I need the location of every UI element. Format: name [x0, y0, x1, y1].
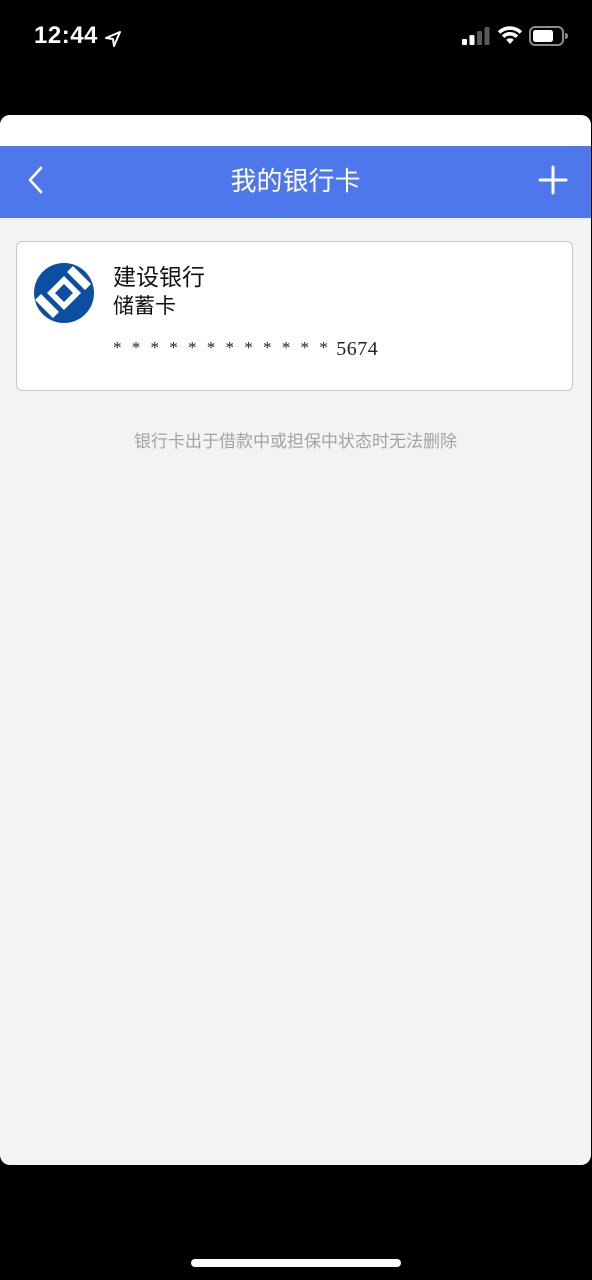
card-number-last-four: 5674 [336, 338, 379, 360]
status-time-text: 12:44 [34, 22, 98, 49]
cellular-signal-icon [462, 27, 490, 45]
app-sheet: 我的银行卡 建设银行 储蓄卡 * * * * * * * * * * * * 5… [0, 115, 591, 1165]
wifi-icon [497, 25, 523, 45]
location-arrow-icon [104, 27, 122, 47]
card-number: * * * * * * * * * * * * 5674 [113, 338, 378, 361]
plus-icon [538, 165, 568, 199]
phone-screen: 12:44 我的银行卡 建设银行 储蓄卡 * * * * * * * * * *… [0, 0, 592, 1280]
bank-card[interactable]: 建设银行 储蓄卡 * * * * * * * * * * * * 5674 [16, 241, 573, 391]
battery-icon [529, 26, 569, 46]
home-indicator[interactable] [191, 1259, 401, 1267]
add-card-button[interactable] [533, 162, 573, 202]
card-type: 储蓄卡 [113, 294, 176, 318]
status-bar: 12:44 [0, 0, 592, 72]
card-number-mask: * * * * * * * * * * * * [113, 338, 331, 357]
page-title: 我的银行卡 [230, 167, 361, 197]
ccb-bank-logo-icon [33, 262, 95, 324]
delete-restriction-notice: 银行卡出于借款中或担保中状态时无法删除 [134, 432, 457, 452]
sheet-top-strip [0, 115, 591, 146]
bank-name: 建设银行 [113, 265, 205, 291]
status-time: 12:44 [34, 22, 122, 50]
nav-bar: 我的银行卡 [0, 146, 591, 218]
